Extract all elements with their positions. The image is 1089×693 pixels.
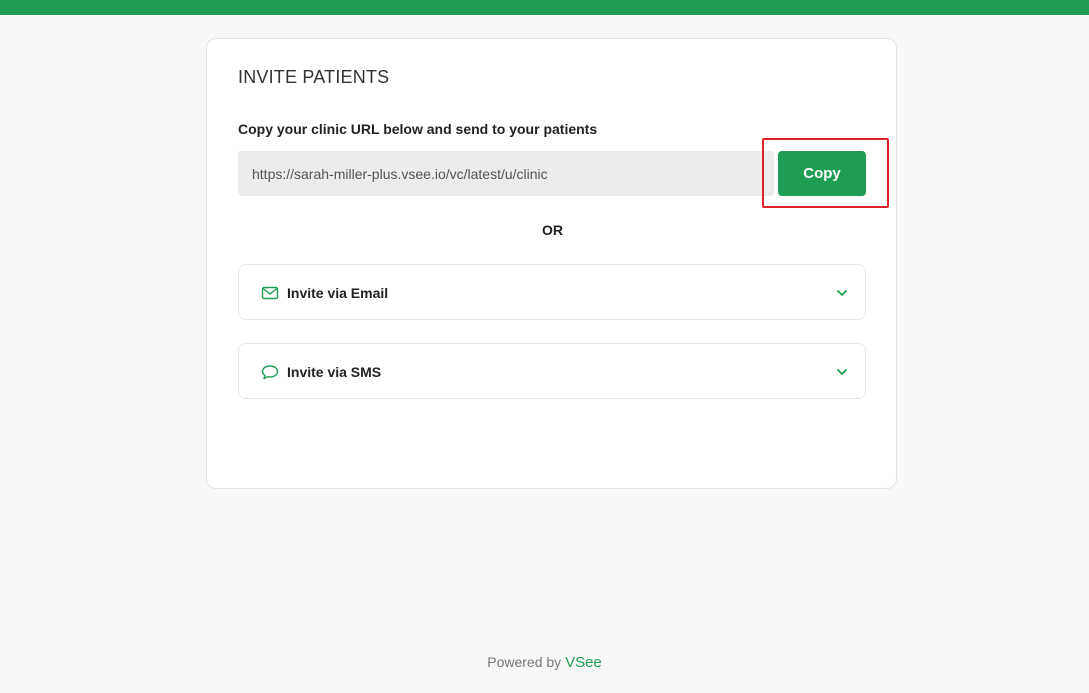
invite-via-sms-accordion[interactable]: Invite via SMS xyxy=(238,343,866,399)
or-divider-text: OR xyxy=(542,222,563,238)
invite-via-email-label: Invite via Email xyxy=(287,285,389,301)
copy-button[interactable]: Copy xyxy=(778,151,866,196)
invite-via-sms-label: Invite via SMS xyxy=(287,364,382,380)
page-title: INVITE PATIENTS xyxy=(238,67,390,87)
top-accent-bar xyxy=(0,0,1089,15)
clinic-url-label: Copy your clinic URL below and send to y… xyxy=(238,121,598,137)
invite-via-email-accordion[interactable]: Invite via Email xyxy=(238,264,866,320)
footer: Powered by VSee xyxy=(0,654,1089,671)
vsee-brand-link[interactable]: VSee xyxy=(565,654,602,671)
invite-patients-card: INVITE PATIENTS Copy your clinic URL bel… xyxy=(206,38,897,489)
powered-by-text: Powered by xyxy=(487,654,562,670)
chevron-down-icon xyxy=(835,286,849,300)
envelope-icon xyxy=(261,284,279,302)
chat-bubble-icon xyxy=(261,363,279,381)
chevron-down-icon xyxy=(835,365,849,379)
clinic-url-field[interactable] xyxy=(238,151,774,196)
